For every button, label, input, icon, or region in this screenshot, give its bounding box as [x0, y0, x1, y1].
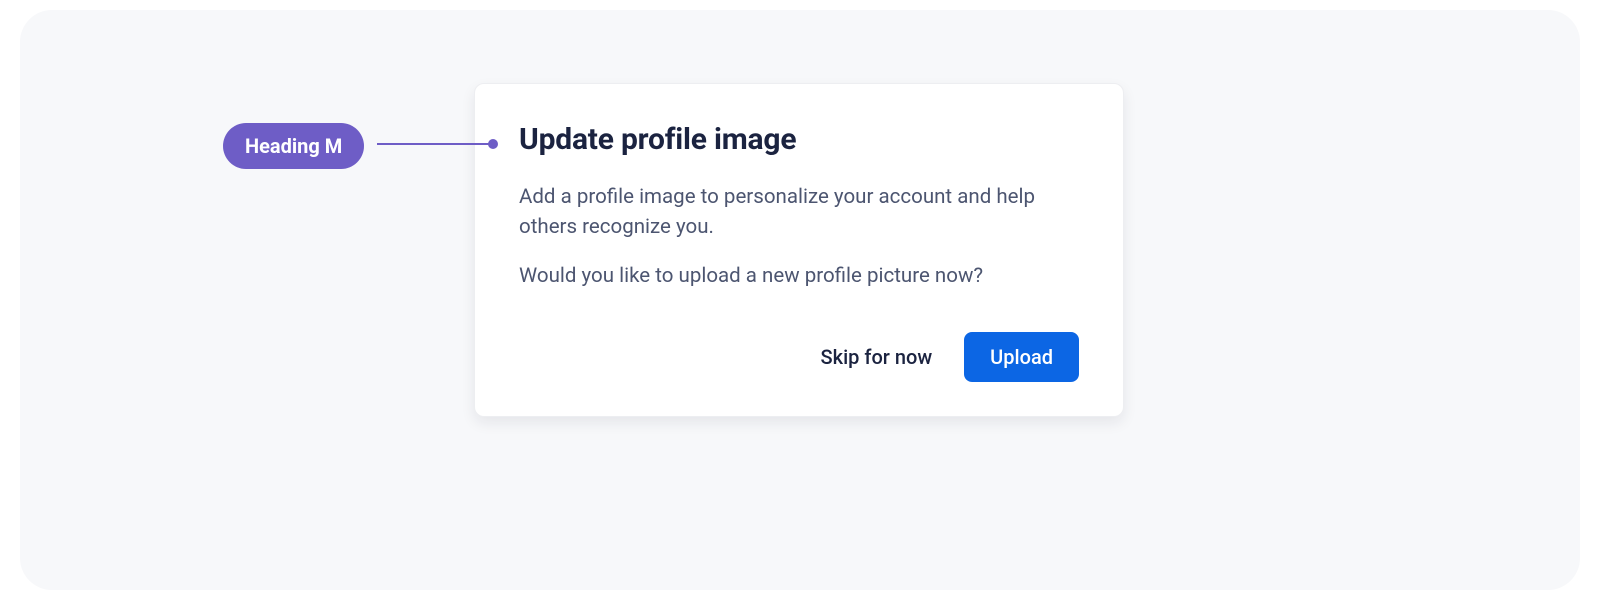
dialog-body: Add a profile image to personalize your … — [519, 183, 1079, 292]
dialog-title: Update profile image — [519, 122, 1079, 157]
annotation-label: Heading M — [245, 134, 342, 158]
update-profile-dialog: Update profile image Add a profile image… — [474, 83, 1124, 417]
dialog-body-paragraph: Would you like to upload a new profile p… — [519, 262, 1079, 292]
annotation-connector-line — [377, 143, 492, 145]
annotation-badge: Heading M — [223, 123, 364, 169]
annotation-connector-dot — [488, 139, 498, 149]
skip-button[interactable]: Skip for now — [817, 333, 937, 381]
example-canvas: Heading M Update profile image Add a pro… — [20, 10, 1580, 590]
upload-button[interactable]: Upload — [964, 332, 1079, 382]
dialog-body-paragraph: Add a profile image to personalize your … — [519, 183, 1079, 242]
dialog-actions: Skip for now Upload — [519, 332, 1079, 382]
